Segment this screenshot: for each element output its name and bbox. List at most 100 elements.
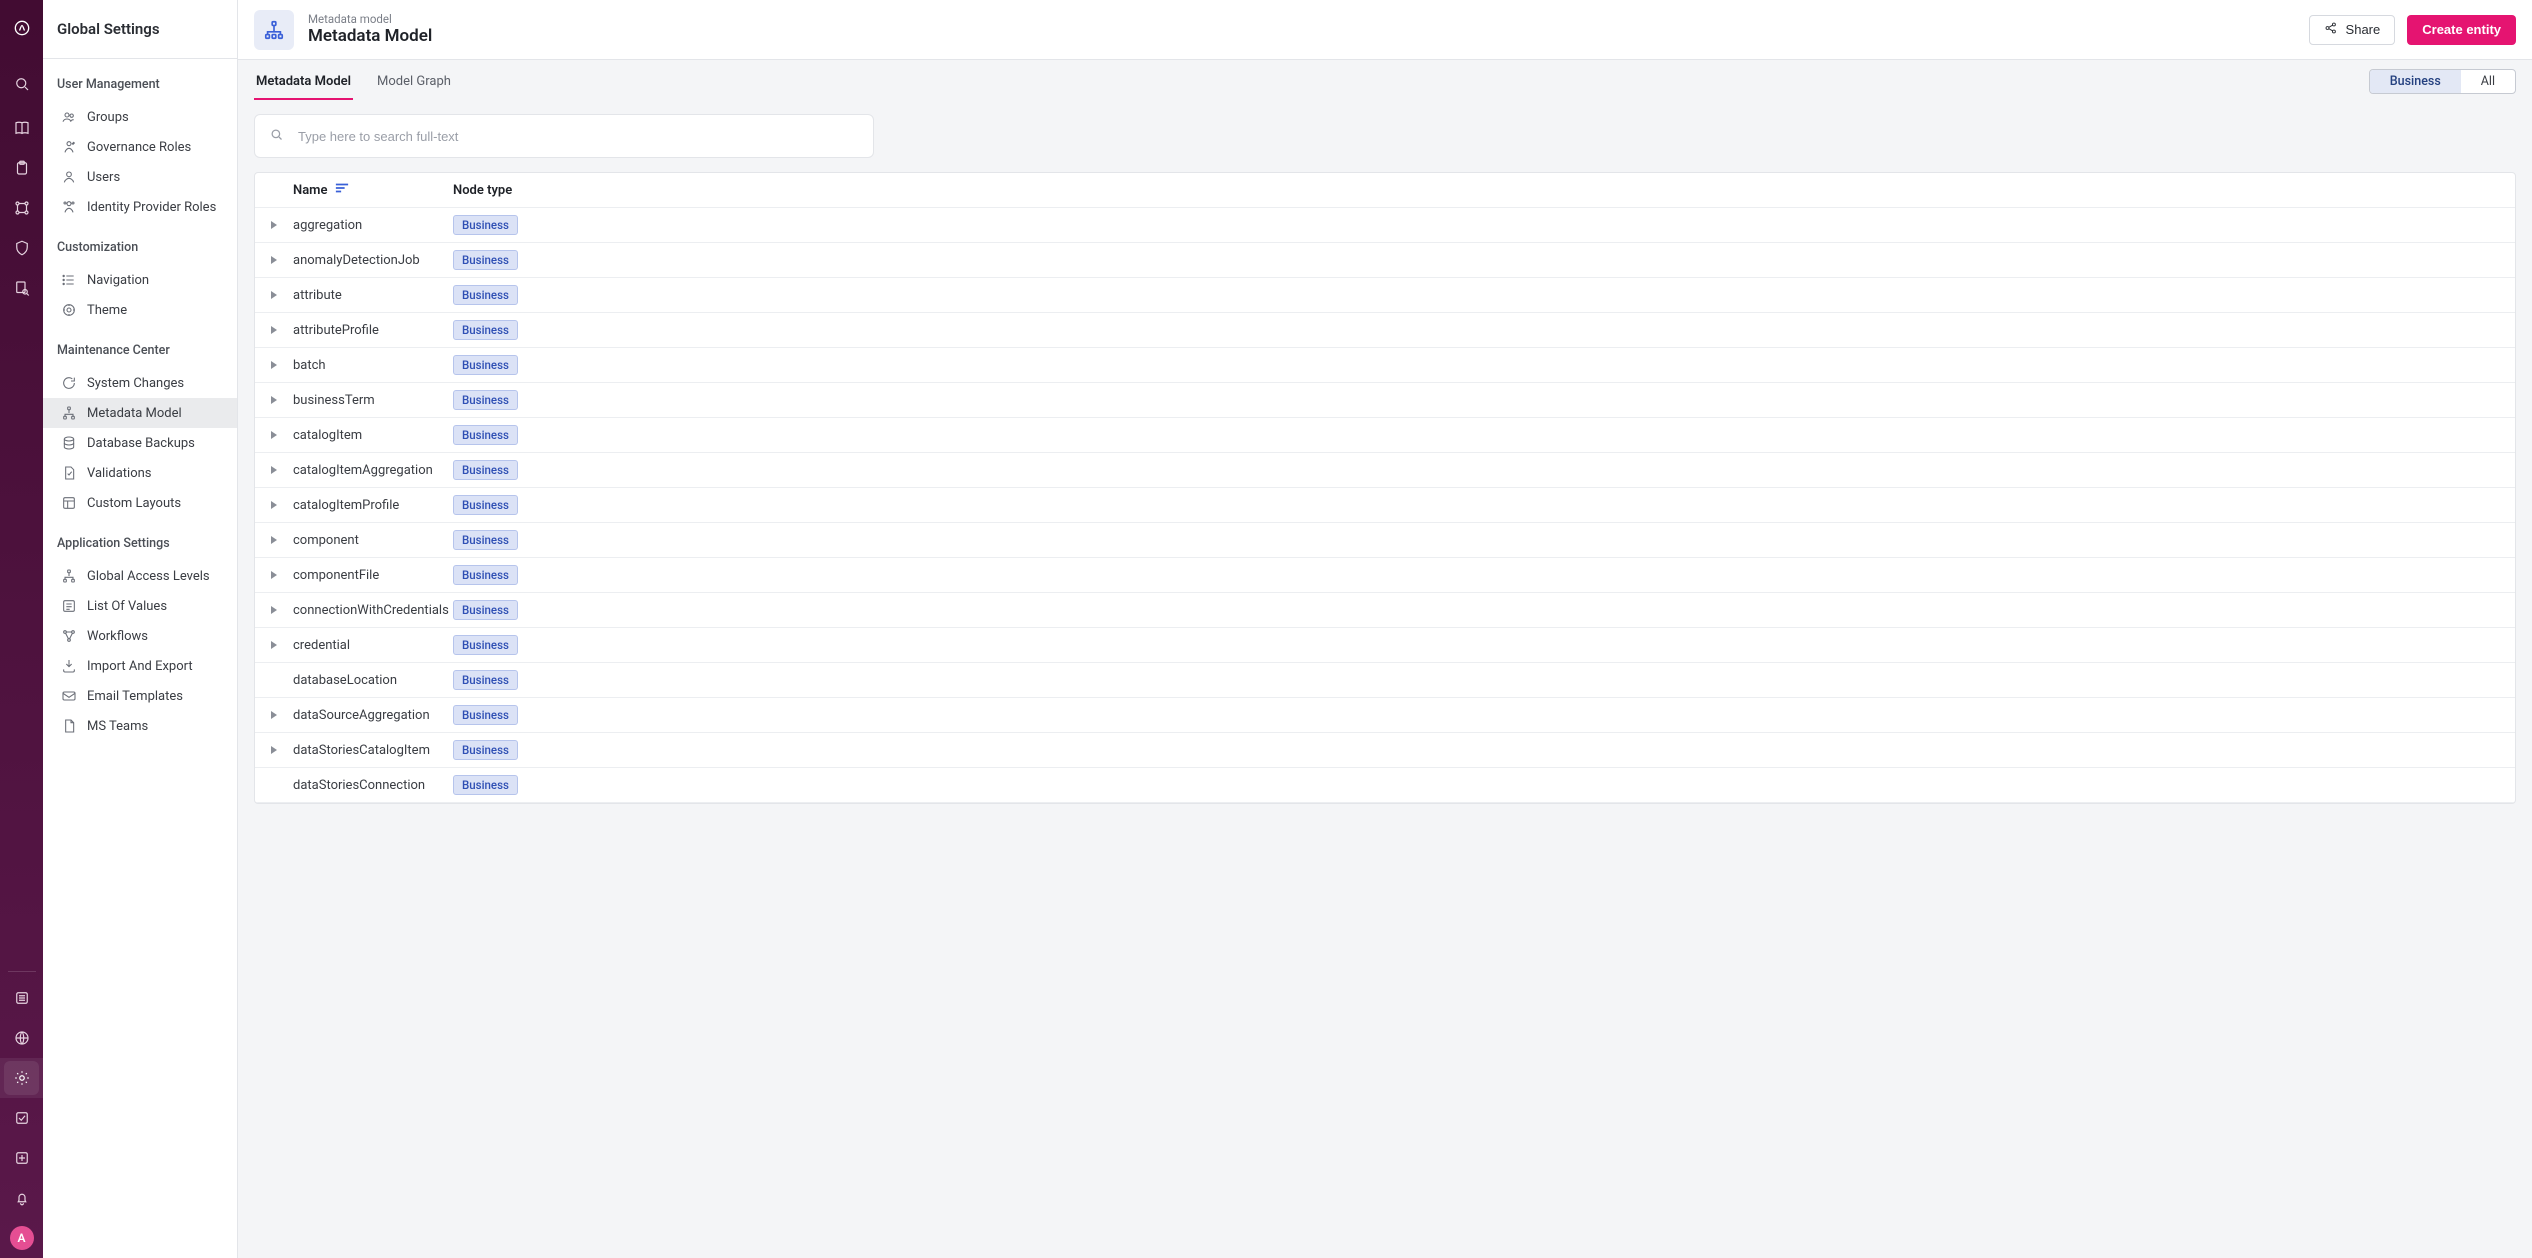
table-row[interactable]: dataStoriesConnectionBusiness [255, 768, 2515, 803]
node-type-badge: Business [453, 425, 518, 445]
sidebar-item-validations[interactable]: Validations [43, 458, 237, 488]
table-row[interactable]: catalogItemBusiness [255, 418, 2515, 453]
table-row[interactable]: aggregationBusiness [255, 208, 2515, 243]
rail-search-doc-icon[interactable] [0, 268, 43, 308]
tab-model-graph[interactable]: Model Graph [375, 64, 453, 100]
sort-icon [335, 182, 349, 198]
node-type-badge: Business [453, 285, 518, 305]
sidebar-item-global-access-levels[interactable]: Global Access Levels [43, 561, 237, 591]
expand-icon[interactable] [265, 356, 283, 374]
sidebar-item-system-changes[interactable]: System Changes [43, 368, 237, 398]
table-row[interactable]: credentialBusiness [255, 628, 2515, 663]
sidebar-item-metadata-model[interactable]: Metadata Model [43, 398, 237, 428]
rail-shield-icon[interactable] [0, 228, 43, 268]
sidebar-item-theme[interactable]: Theme [43, 295, 237, 325]
node-type-badge: Business [453, 530, 518, 550]
content-area: Name Node type aggregationBusinessanomal… [238, 100, 2532, 1258]
rail-add-icon[interactable] [0, 1138, 43, 1178]
brand-logo[interactable] [0, 8, 43, 48]
sidebar-item-ms-teams[interactable]: MS Teams [43, 711, 237, 741]
expand-icon[interactable] [265, 461, 283, 479]
user-avatar[interactable]: A [10, 1226, 34, 1250]
expand-icon[interactable] [265, 321, 283, 339]
expand-icon[interactable] [265, 496, 283, 514]
search-input[interactable] [296, 128, 859, 145]
tab-metadata-model[interactable]: Metadata Model [254, 64, 353, 100]
rail-graph-icon[interactable] [0, 188, 43, 228]
sitemap-icon [61, 568, 77, 584]
table-row[interactable]: attributeProfileBusiness [255, 313, 2515, 348]
rail-search-icon[interactable] [0, 64, 43, 104]
th-type[interactable]: Node type [453, 183, 2505, 198]
rail-globe-icon[interactable] [0, 1018, 43, 1058]
rail-clipboard-icon[interactable] [0, 148, 43, 188]
expand-icon[interactable] [265, 706, 283, 724]
expand-icon[interactable] [265, 426, 283, 444]
expand-icon[interactable] [265, 601, 283, 619]
sidebar-item-governance-roles[interactable]: Governance Roles [43, 132, 237, 162]
rail-check-icon[interactable] [0, 1098, 43, 1138]
db-icon [61, 435, 77, 451]
rail-list-icon[interactable] [0, 978, 43, 1018]
row-type: Business [453, 320, 2505, 340]
sidebar-item-groups[interactable]: Groups [43, 102, 237, 132]
row-name: componentFile [293, 568, 453, 583]
th-name[interactable]: Name [293, 182, 453, 198]
search-icon [269, 127, 284, 146]
sidebar-item-label: Identity Provider Roles [87, 200, 216, 215]
filter-business[interactable]: Business [2370, 70, 2461, 93]
sitemap-icon [254, 10, 294, 50]
row-name: aggregation [293, 218, 453, 233]
node-type-badge: Business [453, 705, 518, 725]
sidebar-item-custom-layouts[interactable]: Custom Layouts [43, 488, 237, 518]
table-row[interactable]: catalogItemProfileBusiness [255, 488, 2515, 523]
expand-icon[interactable] [265, 741, 283, 759]
rail-bell-icon[interactable] [0, 1178, 43, 1218]
section-title: Maintenance Center [43, 325, 237, 368]
sidebar-item-navigation[interactable]: Navigation [43, 265, 237, 295]
sidebar-item-label: Theme [87, 303, 127, 318]
table-row[interactable]: catalogItemAggregationBusiness [255, 453, 2515, 488]
node-type-badge: Business [453, 635, 518, 655]
row-type: Business [453, 250, 2505, 270]
row-name: businessTerm [293, 393, 453, 408]
table-row[interactable]: componentBusiness [255, 523, 2515, 558]
wf-icon [61, 628, 77, 644]
table-row[interactable]: connectionWithCredentialsBusiness [255, 593, 2515, 628]
sidebar-item-email-templates[interactable]: Email Templates [43, 681, 237, 711]
expand-icon[interactable] [265, 566, 283, 584]
settings-sidebar: Global Settings User ManagementGroupsGov… [43, 0, 238, 1258]
sidebar-item-database-backups[interactable]: Database Backups [43, 428, 237, 458]
sidebar-item-workflows[interactable]: Workflows [43, 621, 237, 651]
table-row[interactable]: databaseLocationBusiness [255, 663, 2515, 698]
sidebar-item-import-and-export[interactable]: Import And Export [43, 651, 237, 681]
row-name: component [293, 533, 453, 548]
expand-icon[interactable] [265, 531, 283, 549]
row-type: Business [453, 740, 2505, 760]
expand-icon[interactable] [265, 251, 283, 269]
expand-icon[interactable] [265, 216, 283, 234]
expand-icon[interactable] [265, 286, 283, 304]
create-entity-button[interactable]: Create entity [2407, 15, 2516, 45]
expand-icon[interactable] [265, 636, 283, 654]
table-row[interactable]: anomalyDetectionJobBusiness [255, 243, 2515, 278]
io-icon [61, 658, 77, 674]
table-row[interactable]: businessTermBusiness [255, 383, 2515, 418]
table-row[interactable]: batchBusiness [255, 348, 2515, 383]
table-row[interactable]: attributeBusiness [255, 278, 2515, 313]
sidebar-item-identity-provider-roles[interactable]: Identity Provider Roles [43, 192, 237, 222]
filter-all[interactable]: All [2461, 70, 2515, 93]
sidebar-item-list-of-values[interactable]: List Of Values [43, 591, 237, 621]
table-row[interactable]: dataStoriesCatalogItemBusiness [255, 733, 2515, 768]
row-type: Business [453, 635, 2505, 655]
sitemap-icon [61, 405, 77, 421]
table-row[interactable]: componentFileBusiness [255, 558, 2515, 593]
share-button[interactable]: Share [2309, 15, 2396, 45]
node-type-badge: Business [453, 320, 518, 340]
table-row[interactable]: dataSourceAggregationBusiness [255, 698, 2515, 733]
expand-icon[interactable] [265, 391, 283, 409]
rail-book-icon[interactable] [0, 108, 43, 148]
sidebar-item-users[interactable]: Users [43, 162, 237, 192]
row-name: dataStoriesCatalogItem [293, 743, 453, 758]
rail-settings-icon[interactable] [0, 1058, 43, 1098]
